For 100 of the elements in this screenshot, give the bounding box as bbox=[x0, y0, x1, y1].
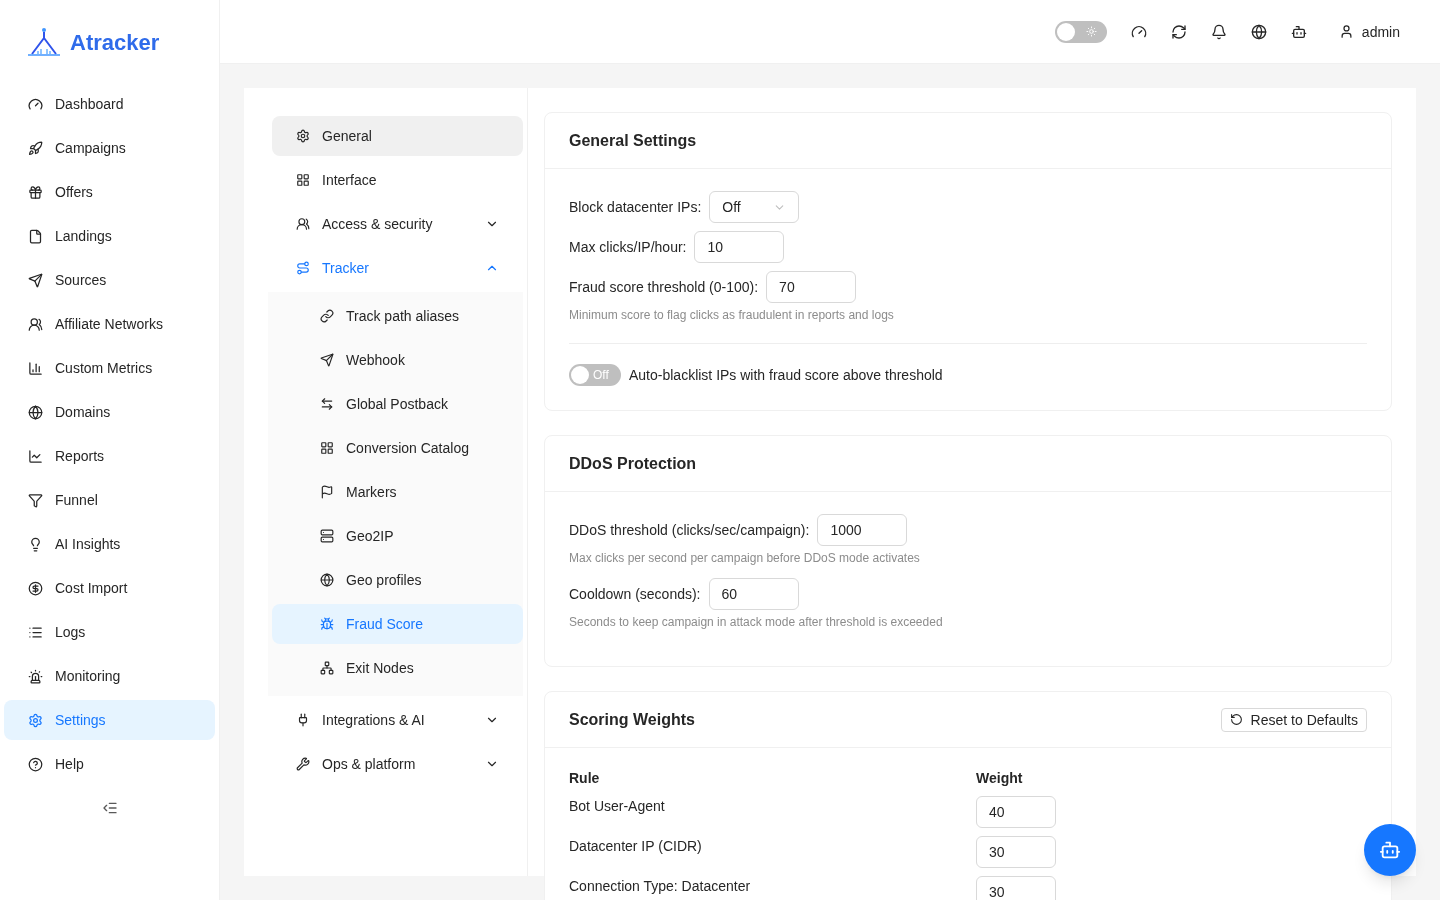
refresh-icon[interactable] bbox=[1170, 23, 1187, 40]
field-label: Cooldown (seconds): bbox=[569, 585, 701, 604]
settings-subnav-item[interactable]: Geo2IP bbox=[272, 516, 523, 556]
globe-icon bbox=[28, 404, 43, 420]
settings-subnav-item[interactable]: Geo profiles bbox=[272, 560, 523, 600]
sidebar-item[interactable]: Funnel bbox=[4, 480, 215, 520]
input-field[interactable]: 60 bbox=[708, 578, 799, 610]
settings-nav-item[interactable]: Interface bbox=[272, 160, 523, 200]
settings-subnav-item[interactable]: Webhook bbox=[272, 340, 523, 380]
users-icon bbox=[28, 316, 43, 332]
server-icon bbox=[320, 529, 334, 543]
settings-subnav-item[interactable]: Global Postback bbox=[272, 384, 523, 424]
settings-nav-item[interactable]: Ops & platform bbox=[272, 744, 523, 784]
link-icon bbox=[320, 309, 334, 323]
sidebar-item[interactable]: Offers bbox=[4, 172, 215, 212]
file-icon bbox=[28, 228, 43, 244]
column-header: Rule bbox=[569, 769, 601, 788]
sidebar-item[interactable]: Help bbox=[4, 744, 215, 784]
gauge-icon[interactable] bbox=[1130, 23, 1147, 40]
input-field[interactable]: 10 bbox=[694, 231, 785, 263]
arrows-icon bbox=[320, 397, 334, 411]
sidebar-item[interactable]: Reports bbox=[4, 436, 215, 476]
funnel-icon bbox=[28, 492, 43, 508]
select-field[interactable]: Off bbox=[709, 191, 800, 223]
settings-nav-item[interactable]: General bbox=[272, 116, 523, 156]
grid-icon bbox=[320, 441, 334, 455]
input-field[interactable]: 70 bbox=[766, 271, 857, 303]
collapse-icon[interactable] bbox=[101, 800, 118, 816]
settings-subnav-item[interactable]: Fraud Score bbox=[272, 604, 523, 644]
wrench-icon bbox=[296, 757, 310, 771]
hint-text: Minimum score to flag clicks as fraudulent in reports and logs bbox=[569, 307, 895, 323]
card-title: Scoring Weights bbox=[569, 709, 695, 730]
sidebar-item[interactable]: AI Insights bbox=[4, 524, 215, 564]
settings-subnav-item[interactable]: Markers bbox=[272, 472, 523, 512]
gift-icon bbox=[28, 184, 43, 200]
rocket-icon bbox=[28, 140, 43, 156]
sidebar-item[interactable]: Custom Metrics bbox=[4, 348, 215, 388]
settings-icon bbox=[296, 129, 310, 143]
plug-icon bbox=[296, 713, 310, 727]
sidebar-item[interactable]: Dashboard bbox=[4, 84, 215, 124]
reset-button[interactable]: Reset to Defaults bbox=[1220, 707, 1367, 732]
field-label: Block datacenter IPs: bbox=[569, 198, 702, 217]
sidebar-item[interactable]: Monitoring bbox=[4, 656, 215, 696]
globe-icon bbox=[320, 573, 334, 587]
flag-icon bbox=[320, 485, 334, 499]
users-icon bbox=[296, 217, 310, 231]
settings-nav-item[interactable]: Tracker bbox=[272, 248, 523, 288]
reset-icon bbox=[1229, 713, 1243, 726]
weight-field[interactable]: 40 bbox=[976, 796, 1056, 828]
lightbulb-icon bbox=[28, 536, 43, 552]
sidebar-item[interactable]: Sources bbox=[4, 260, 215, 300]
user-menu[interactable]: admin bbox=[1338, 21, 1400, 42]
settings-icon bbox=[28, 712, 43, 728]
settings-subnav-item[interactable]: Exit Nodes bbox=[272, 648, 523, 688]
card-title: DDoS Protection bbox=[569, 453, 697, 474]
list-icon bbox=[28, 624, 43, 640]
card-title: General Settings bbox=[569, 130, 697, 151]
weight-field[interactable]: 30 bbox=[976, 836, 1056, 868]
logo-icon bbox=[26, 26, 62, 58]
input-field[interactable]: 1000 bbox=[817, 514, 908, 546]
dollar-icon bbox=[28, 580, 43, 596]
rule-label: Bot User-Agent bbox=[569, 797, 666, 816]
field-label: Max clicks/IP/hour: bbox=[569, 238, 687, 257]
sidebar-item[interactable]: Cost Import bbox=[4, 568, 215, 608]
sidebar-item[interactable]: Domains bbox=[4, 392, 215, 432]
grid-icon bbox=[296, 173, 310, 187]
bug-icon bbox=[320, 617, 334, 631]
column-header: Weight bbox=[976, 769, 1024, 788]
route-icon bbox=[296, 261, 310, 275]
help-icon bbox=[28, 756, 43, 772]
globe-icon[interactable] bbox=[1250, 23, 1267, 40]
sidebar-item[interactable]: Affiliate Networks bbox=[4, 304, 215, 344]
field-label: Fraud score threshold (0-100): bbox=[569, 278, 759, 297]
hint-text: Seconds to keep campaign in attack mode after threshold is exceeded bbox=[569, 614, 944, 630]
line-chart-icon bbox=[28, 448, 43, 464]
settings-subnav-item[interactable]: Conversion Catalog bbox=[272, 428, 523, 468]
send-icon bbox=[320, 353, 334, 367]
toggle-label: Auto-blacklist IPs with fraud score above threshold bbox=[629, 366, 943, 385]
settings-nav-item[interactable]: Access & security bbox=[272, 204, 523, 244]
bell-icon[interactable] bbox=[1210, 23, 1227, 40]
sidebar-item[interactable]: Campaigns bbox=[4, 128, 215, 168]
sidebar-item[interactable]: Settings bbox=[4, 700, 215, 740]
settings-nav-item[interactable]: Integrations & AI bbox=[272, 700, 523, 740]
network-icon bbox=[320, 661, 334, 675]
sidebar-item[interactable]: Logs bbox=[4, 612, 215, 652]
settings-subnav-item[interactable]: Track path aliases bbox=[272, 296, 523, 336]
field-label: DDoS threshold (clicks/sec/campaign): bbox=[569, 521, 810, 540]
robot-icon[interactable] bbox=[1290, 23, 1307, 40]
sidebar-item[interactable]: Landings bbox=[4, 216, 215, 256]
robot-icon bbox=[1379, 839, 1401, 861]
toggle-switch[interactable] bbox=[1054, 20, 1107, 43]
bar-chart-icon bbox=[28, 360, 43, 376]
rule-label: Datacenter IP (CIDR) bbox=[569, 837, 703, 856]
user-icon bbox=[1338, 24, 1354, 39]
sun-icon bbox=[1085, 25, 1097, 37]
hint-text: Max clicks per second per campaign before DDoS mode activates bbox=[569, 550, 921, 566]
logo-text: Atracker bbox=[70, 28, 160, 57]
weight-field[interactable]: 30 bbox=[976, 876, 1056, 900]
siren-icon bbox=[28, 668, 43, 684]
rule-label: Connection Type: Datacenter bbox=[569, 877, 752, 896]
